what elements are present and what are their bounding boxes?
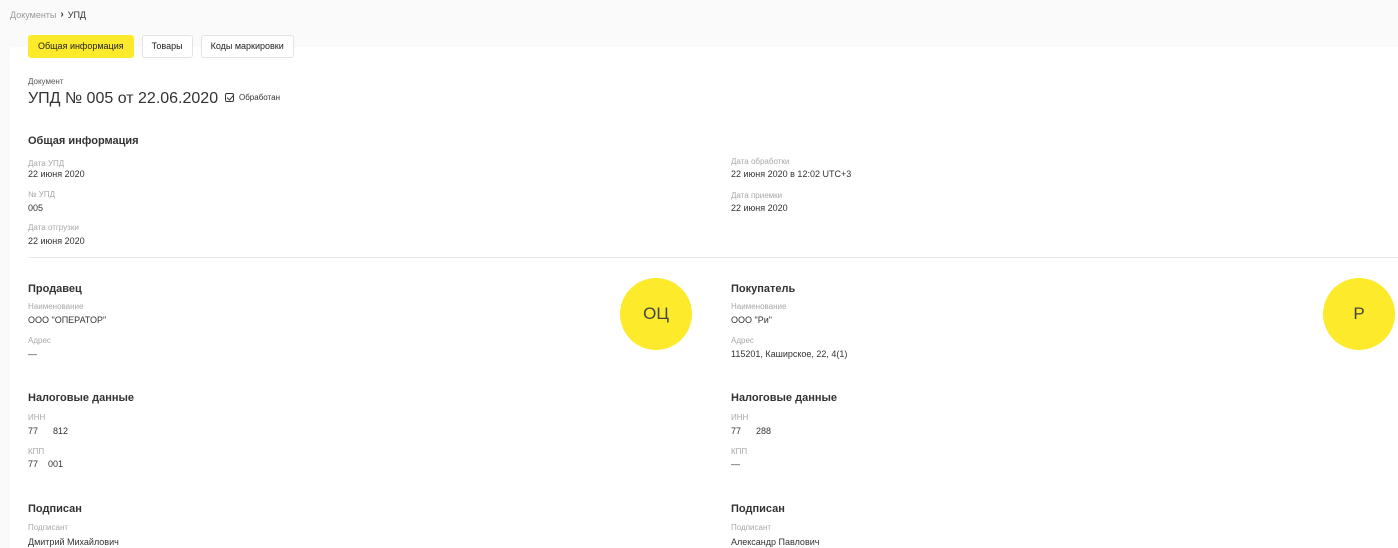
page-title: УПД № 005 от 22.06.2020 (28, 90, 219, 107)
seller-kpp-value: 77 001 (28, 459, 64, 469)
breadcrumb-documents-link[interactable]: Документы (10, 10, 56, 20)
status-processed: Обработан (225, 93, 280, 102)
seller-section-title: Продавец (28, 283, 82, 295)
buyer-name-label: Наименование (731, 302, 787, 311)
seller-tax-title: Налоговые данные (28, 392, 135, 404)
shipment-date-label: Дата отгрузки (28, 223, 79, 232)
seller-inn-value: 77 812 (28, 426, 69, 436)
upd-date-value: 22 июня 2020 (28, 169, 85, 179)
seller-kpp-label: КПП (28, 447, 45, 456)
buyer-kpp-label: КПП (731, 447, 748, 456)
seller-signed-title: Подписан (28, 503, 82, 515)
buyer-inn-label: ИНН (731, 413, 749, 422)
breadcrumb-current: УПД (67, 10, 87, 20)
seller-inn-label: ИНН (28, 413, 46, 422)
upd-number-value: 005 (28, 203, 44, 213)
section-divider (28, 257, 1398, 258)
seller-address-value: — (28, 349, 37, 359)
buyer-address-label: Адрес (731, 336, 754, 345)
buyer-inn-value: 77 288 (731, 426, 772, 436)
document-label: Документ (28, 77, 64, 86)
acceptance-date-label: Дата приемки (731, 191, 783, 200)
buyer-kpp-value: — (731, 459, 740, 469)
acceptance-date-value: 22 июня 2020 (731, 203, 788, 213)
processing-date-label: Дата обработки (731, 157, 790, 166)
buyer-avatar: Р (1323, 278, 1395, 350)
upd-date-label: Дата УПД (28, 159, 65, 168)
tab-goods[interactable]: Товары (141, 35, 193, 58)
seller-signer-value: Дмитрий Михайлович (28, 537, 119, 547)
buyer-name-value: ООО "Ри" (731, 315, 772, 325)
buyer-section-title: Покупатель (731, 283, 796, 295)
seller-address-label: Адрес (28, 336, 51, 345)
document-card: Документ УПД № 005 от 22.06.2020 Обработ… (10, 47, 1398, 548)
tab-marking-codes[interactable]: Коды маркировки (200, 35, 294, 58)
upd-number-label: № УПД (28, 190, 56, 199)
seller-avatar: ОЦ (620, 278, 692, 350)
breadcrumb: Документы › УПД (10, 9, 87, 21)
tab-general-info[interactable]: Общая информация (28, 35, 134, 58)
processing-date-value: 22 июня 2020 в 12:02 UTC+3 (731, 169, 852, 179)
status-label: Обработан (239, 93, 280, 102)
buyer-signed-title: Подписан (731, 503, 785, 515)
buyer-signer-label: Подписант (731, 523, 772, 532)
buyer-signer-value: Александр Павлович (731, 537, 820, 547)
seller-name-value: ООО "ОПЕРАТОР" (28, 315, 107, 325)
breadcrumb-separator-icon: › (60, 9, 64, 20)
seller-name-label: Наименование (28, 302, 84, 311)
shipment-date-value: 22 июня 2020 (28, 236, 85, 246)
general-section-title: Общая информация (28, 135, 139, 147)
tab-bar: Общая информация Товары Коды маркировки (28, 35, 294, 58)
check-icon (225, 93, 234, 102)
seller-signer-label: Подписант (28, 523, 69, 532)
buyer-tax-title: Налоговые данные (731, 392, 838, 404)
buyer-address-value: 115201, Каширское, 22, 4(1) (731, 349, 848, 359)
